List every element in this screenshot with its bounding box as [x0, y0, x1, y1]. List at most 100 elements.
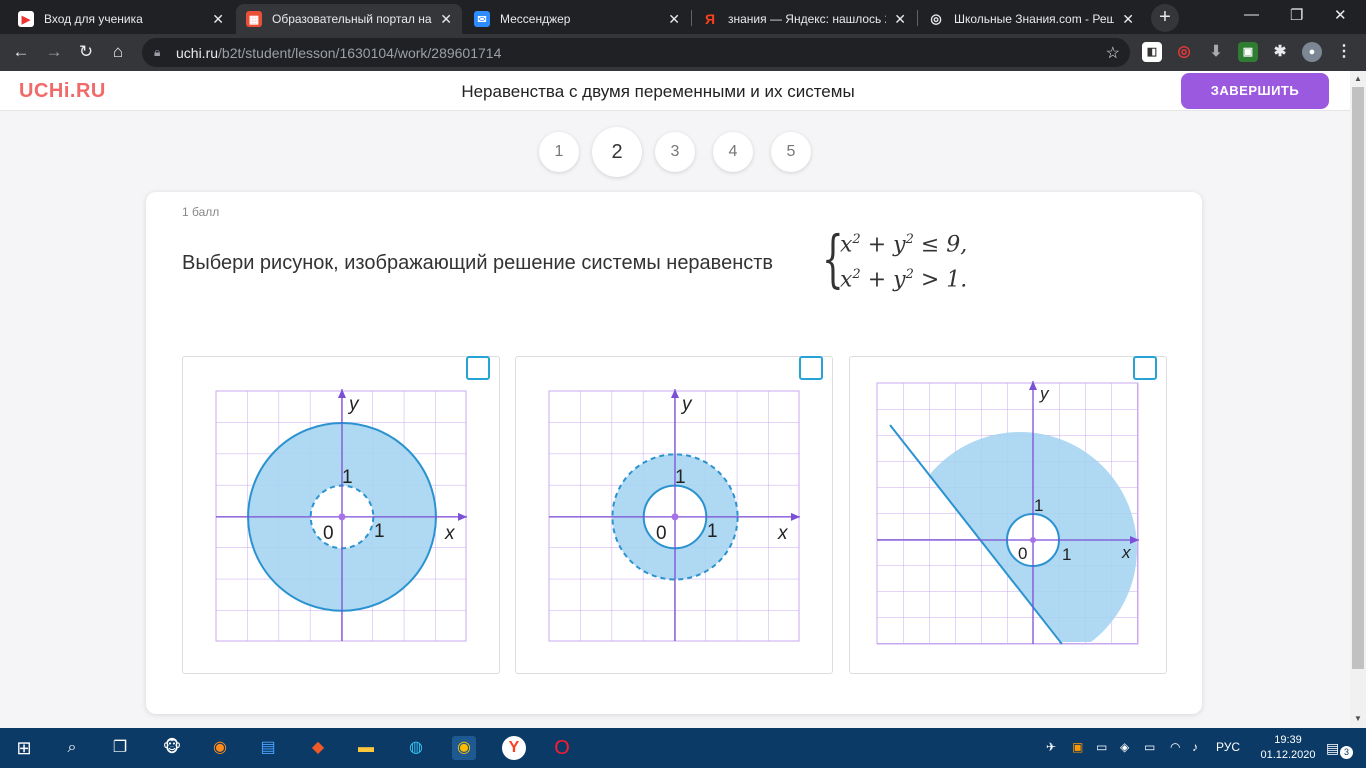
- tray-icon[interactable]: ▣: [1072, 740, 1083, 754]
- close-icon[interactable]: ✕: [212, 11, 224, 28]
- tab-messenger[interactable]: ✉ Мессенджер ✕: [464, 4, 690, 34]
- youtube-icon: ▶: [18, 11, 34, 27]
- browser-toolbar: ← → ↻ ⌂ 🔒︎ uchi.ru/b2t/student/lesson/16…: [0, 34, 1366, 71]
- notification-count: 3: [1340, 746, 1353, 759]
- y-axis-label: y: [347, 394, 360, 415]
- monkey-app-icon[interactable]: 🐵︎: [160, 736, 184, 760]
- option-checkbox[interactable]: [799, 356, 823, 380]
- tray-icon[interactable]: ✈: [1046, 740, 1056, 754]
- task-nav-2[interactable]: 2: [592, 127, 642, 177]
- points-label: 1 балл: [182, 205, 220, 219]
- firefox-icon[interactable]: ◉: [208, 736, 232, 760]
- extension-icon[interactable]: ◧: [1142, 42, 1162, 62]
- task-nav-1[interactable]: 1: [539, 132, 579, 172]
- url-text: uchi.ru/b2t/student/lesson/1630104/work/…: [176, 44, 502, 61]
- option-checkbox[interactable]: [1133, 356, 1157, 380]
- extension-icon[interactable]: ▣: [1238, 42, 1258, 62]
- battery-icon[interactable]: ▭: [1144, 740, 1155, 754]
- tab-title: Вход для ученика: [44, 12, 143, 26]
- edge-icon[interactable]: ◍: [404, 736, 428, 760]
- minimize-icon[interactable]: —: [1244, 6, 1259, 23]
- target-extension-icon[interactable]: ◎: [1174, 42, 1194, 62]
- chrome-icon[interactable]: ◉: [452, 736, 476, 760]
- reload-icon[interactable]: ↻: [76, 42, 96, 62]
- task-view-icon[interactable]: ❐: [108, 736, 132, 760]
- portal-icon: ▦: [246, 11, 262, 27]
- x-tick-label: 1: [374, 521, 385, 542]
- y-axis-label: y: [1039, 384, 1050, 403]
- y-tick-label: 1: [1034, 496, 1043, 515]
- page-scrollbar[interactable]: ▲ ▼: [1350, 71, 1366, 728]
- menu-icon[interactable]: ⋮: [1334, 42, 1354, 62]
- origin-label: 0: [323, 523, 334, 544]
- notification-icon[interactable]: ▤: [1326, 740, 1339, 757]
- tab-title: Образовательный портал на: [272, 12, 432, 26]
- yandex-icon: Я: [704, 11, 716, 27]
- finish-button[interactable]: ЗАВЕРШИТЬ: [1181, 73, 1329, 109]
- close-icon[interactable]: ✕: [1122, 11, 1134, 28]
- task-card: 1 балл Выбери рисунок, изображающий реше…: [146, 192, 1202, 714]
- chat-icon: ✉: [474, 11, 490, 27]
- wifi-icon[interactable]: ◠: [1170, 740, 1180, 754]
- y-tick-label: 1: [675, 467, 686, 488]
- origin-label: 0: [656, 523, 667, 544]
- bookmark-star-icon[interactable]: ☆: [1106, 43, 1120, 63]
- x-tick-label: 1: [1062, 545, 1071, 564]
- yandex-browser-icon[interactable]: Y: [502, 736, 526, 760]
- tab-yandex[interactable]: Я знания — Яндекс: нашлось 26 ✕: [692, 4, 916, 34]
- close-icon[interactable]: ✕: [440, 11, 452, 28]
- back-icon[interactable]: ←: [11, 42, 31, 62]
- y-tick-label: 1: [342, 467, 353, 488]
- x-axis-label: x: [777, 523, 789, 544]
- lock-icon: 🔒︎: [154, 45, 161, 59]
- scroll-up-icon[interactable]: ▲: [1350, 74, 1366, 83]
- x-axis-label: x: [1121, 543, 1131, 562]
- inequality-2: x2 + y2 > 1.: [840, 267, 968, 293]
- download-icon[interactable]: ⬇: [1206, 42, 1226, 62]
- answer-option-1[interactable]: y x 0 1 1: [182, 356, 500, 674]
- time: 19:39: [1274, 734, 1302, 746]
- task-nav-4[interactable]: 4: [713, 132, 753, 172]
- tab-title: Мессенджер: [500, 12, 571, 26]
- graph-3: y x 0 1 1: [876, 381, 1139, 645]
- shield-icon[interactable]: ◈: [1120, 740, 1129, 754]
- puzzle-icon[interactable]: ✱: [1270, 42, 1290, 62]
- store-icon[interactable]: ▤: [256, 736, 280, 760]
- restore-icon[interactable]: ❐: [1290, 6, 1303, 24]
- folder-icon[interactable]: ▬: [354, 736, 378, 760]
- volume-icon[interactable]: ♪: [1192, 740, 1198, 754]
- date: 01.12.2020: [1260, 749, 1316, 761]
- search-icon[interactable]: ⌕: [60, 736, 84, 760]
- address-bar[interactable]: 🔒︎ uchi.ru/b2t/student/lesson/1630104/wo…: [142, 38, 1130, 67]
- new-tab-button[interactable]: +: [1151, 4, 1179, 32]
- clock[interactable]: 19:39 01.12.2020: [1258, 733, 1318, 763]
- graph-2: y x 0 1 1: [548, 389, 800, 642]
- app-icon[interactable]: ◆: [306, 736, 330, 760]
- question-text: Выбери рисунок, изображающий решение сис…: [182, 252, 774, 274]
- scroll-thumb[interactable]: [1352, 87, 1364, 669]
- windows-start-icon[interactable]: ⊞: [12, 736, 36, 760]
- close-window-icon[interactable]: ✕: [1334, 6, 1347, 24]
- task-nav-3[interactable]: 3: [655, 132, 695, 172]
- tray-icon[interactable]: ▭: [1096, 740, 1107, 754]
- tab-znania[interactable]: ◎ Школьные Знания.com - Реш ✕: [918, 4, 1144, 34]
- close-icon[interactable]: ✕: [894, 11, 906, 28]
- opera-icon[interactable]: O: [550, 736, 574, 760]
- app-header: UCHi.RU Неравенства с двумя переменными …: [0, 71, 1350, 111]
- y-axis-label: y: [680, 394, 693, 415]
- answer-option-3[interactable]: y x 0 1 1: [849, 356, 1167, 674]
- tab-title: знания — Яндекс: нашлось 26: [728, 12, 887, 26]
- lesson-title: Неравенства с двумя переменными и их сис…: [461, 82, 855, 101]
- graph-1: y x 0 1 1: [215, 389, 467, 642]
- tab-login[interactable]: ▶ Вход для ученика ✕: [8, 4, 234, 34]
- task-nav-5[interactable]: 5: [771, 132, 811, 172]
- home-icon[interactable]: ⌂: [108, 42, 128, 62]
- answer-option-2[interactable]: y x 0 1 1: [515, 356, 833, 674]
- close-icon[interactable]: ✕: [668, 11, 680, 28]
- forward-icon[interactable]: →: [44, 42, 64, 62]
- avatar[interactable]: ●: [1302, 42, 1322, 62]
- scroll-down-icon[interactable]: ▼: [1350, 714, 1366, 723]
- language-indicator[interactable]: РУС: [1216, 740, 1240, 754]
- tab-portal[interactable]: ▦ Образовательный портал на ✕: [236, 4, 462, 34]
- option-checkbox[interactable]: [466, 356, 490, 380]
